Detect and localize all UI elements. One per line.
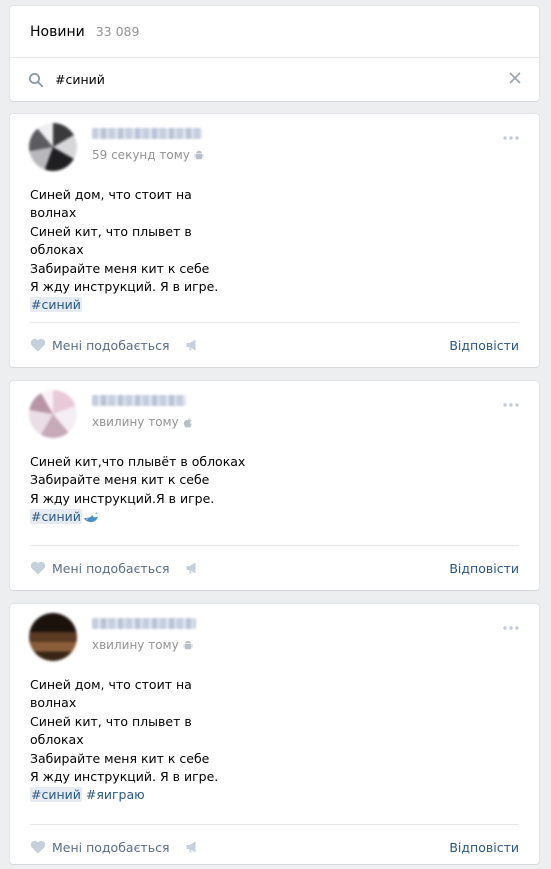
- avatar[interactable]: [29, 613, 77, 661]
- post-line: Синей дом, что стоит на: [30, 187, 192, 202]
- post-line: Я жду инструкций. Я в игре.: [30, 769, 219, 785]
- post-line: волнах: [30, 205, 77, 221]
- author-name[interactable]: [92, 128, 202, 139]
- heart-icon[interactable]: [30, 561, 46, 575]
- android-icon: [194, 150, 204, 159]
- post-line: Синей кит,что плывёт в облоках: [30, 454, 246, 469]
- whale-emoji: [83, 512, 98, 522]
- more-options-icon[interactable]: [502, 135, 520, 141]
- post-line: Забирайте меня кит к себе: [30, 260, 210, 276]
- more-options-icon[interactable]: [502, 625, 520, 631]
- post-actions: Мені подобається Відповісти: [30, 824, 519, 869]
- post-line: облоках: [30, 732, 84, 748]
- like-button[interactable]: Мені подобається: [52, 561, 169, 576]
- author-name[interactable]: [92, 395, 186, 406]
- more-options-icon[interactable]: [502, 402, 520, 408]
- hashtag-link[interactable]: #синий: [30, 509, 82, 525]
- post-header: хвилину тому: [10, 381, 539, 441]
- post-time[interactable]: хвилину тому: [92, 638, 193, 652]
- post-actions: Мені подобається Відповісти: [30, 322, 519, 367]
- android-icon: [183, 640, 193, 649]
- search-input[interactable]: [55, 72, 475, 87]
- post-line: Синей кит, что плывет в: [30, 713, 192, 729]
- page-title: Новини: [30, 23, 85, 40]
- hashtag-link[interactable]: #яиграю: [86, 787, 145, 802]
- like-button[interactable]: Мені подобається: [52, 840, 169, 855]
- news-header-card: Новини 33 089: [10, 6, 539, 101]
- hashtag-link[interactable]: #синий: [30, 787, 82, 803]
- post: хвилину тому Синей дом, что стоит на вол…: [10, 604, 539, 864]
- reply-button[interactable]: Відповісти: [449, 561, 519, 576]
- post-time-label: хвилину тому: [92, 638, 179, 652]
- news-header: Новини 33 089: [10, 6, 539, 58]
- post-header: 59 секунд тому: [10, 114, 539, 174]
- like-button[interactable]: Мені подобається: [52, 338, 169, 353]
- post-time[interactable]: хвилину тому: [92, 415, 193, 429]
- heart-icon[interactable]: [30, 338, 46, 352]
- avatar[interactable]: [29, 123, 77, 171]
- post-text: Синей дом, что стоит на волнах Синей кит…: [10, 174, 539, 315]
- megaphone-icon[interactable]: [186, 562, 200, 574]
- post-time-label: 59 секунд тому: [92, 148, 190, 162]
- post-line: Синей кит, что плывет в: [30, 223, 192, 239]
- close-icon[interactable]: [509, 72, 521, 84]
- post-time-label: хвилину тому: [92, 415, 179, 429]
- hashtag-link[interactable]: #синий: [30, 297, 82, 313]
- author-name[interactable]: [92, 618, 196, 629]
- post: 59 секунд тому Синей дом, что стоит на в…: [10, 114, 539, 367]
- search-bar: [10, 58, 539, 101]
- post-line: Я жду инструкций. Я в игре.: [30, 279, 219, 295]
- post-line: волнах: [30, 695, 77, 711]
- post-line: Забирайте меня кит к себе: [30, 472, 210, 488]
- avatar[interactable]: [29, 390, 77, 438]
- news-count: 33 089: [95, 24, 140, 39]
- heart-icon[interactable]: [30, 840, 46, 854]
- search-icon[interactable]: [28, 72, 44, 88]
- post-line: облоках: [30, 242, 84, 258]
- post-time[interactable]: 59 секунд тому: [92, 148, 204, 162]
- post-text: Синей дом, что стоит на волнах Синей кит…: [10, 664, 539, 805]
- post-line: Я жду инструкций.Я в игре.: [30, 490, 215, 506]
- post-text: Синей кит,что плывёт в облоках Забирайте…: [10, 441, 539, 527]
- reply-button[interactable]: Відповісти: [449, 840, 519, 855]
- apple-icon: [183, 417, 192, 427]
- post-header: хвилину тому: [10, 604, 539, 664]
- reply-button[interactable]: Відповісти: [449, 338, 519, 353]
- megaphone-icon[interactable]: [186, 339, 200, 351]
- post-line: Забирайте меня кит к себе: [30, 750, 210, 766]
- megaphone-icon[interactable]: [186, 841, 200, 853]
- post: хвилину тому Синей кит,что плывёт в обло…: [10, 381, 539, 590]
- post-line: Синей дом, что стоит на: [30, 677, 192, 692]
- post-actions: Мені подобається Відповісти: [30, 545, 519, 590]
